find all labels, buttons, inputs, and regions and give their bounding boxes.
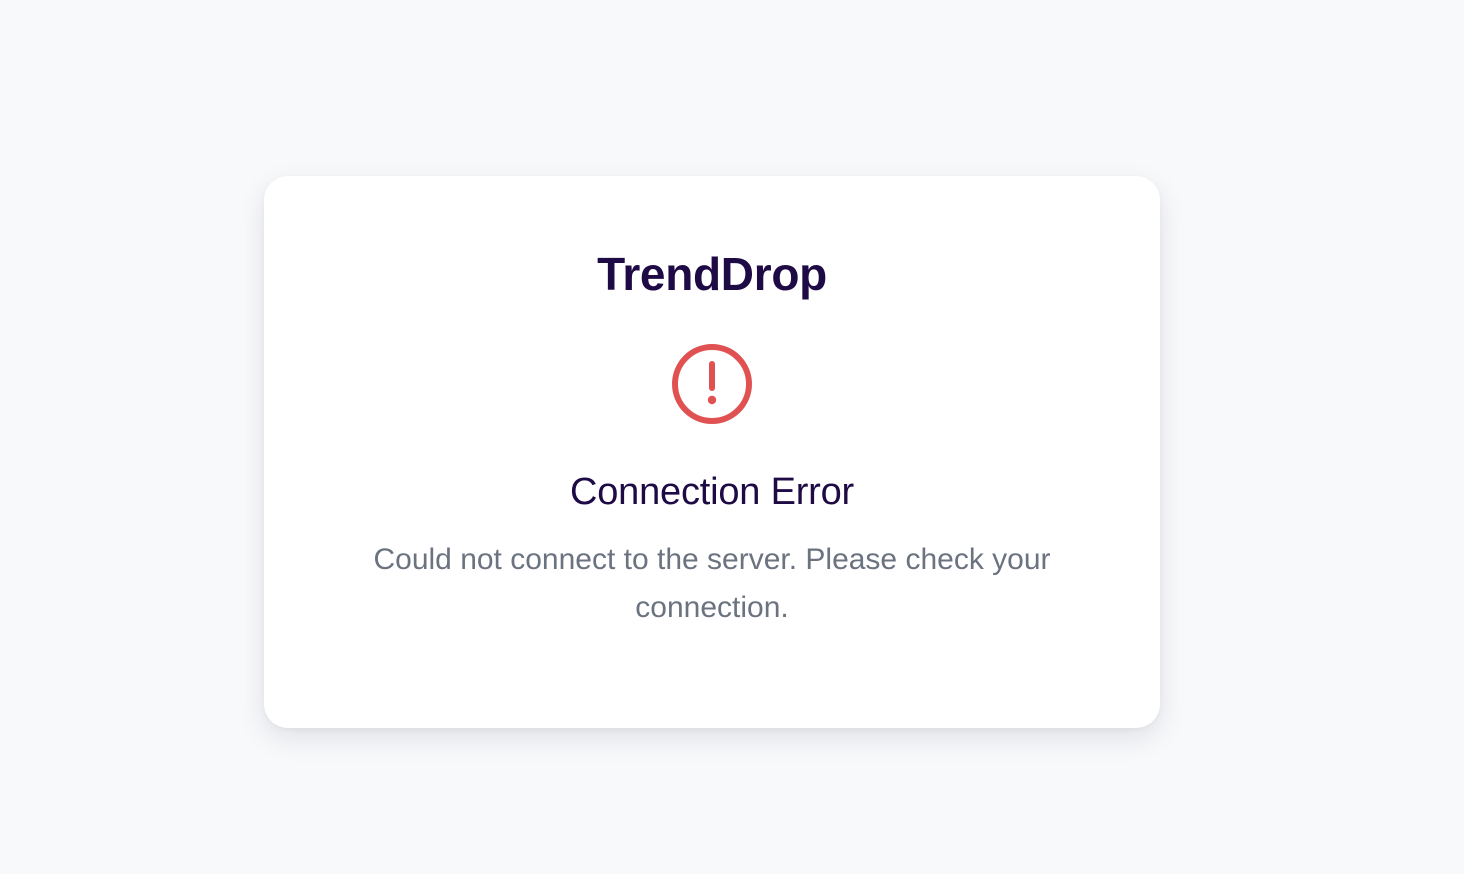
alert-circle-icon	[670, 342, 754, 426]
error-message: Could not connect to the server. Please …	[373, 543, 1051, 624]
brand-logo-text: TrendDrop	[597, 248, 827, 300]
error-card: TrendDrop Connection Error Could not con…	[264, 176, 1160, 728]
error-title: Connection Error	[569, 471, 855, 513]
